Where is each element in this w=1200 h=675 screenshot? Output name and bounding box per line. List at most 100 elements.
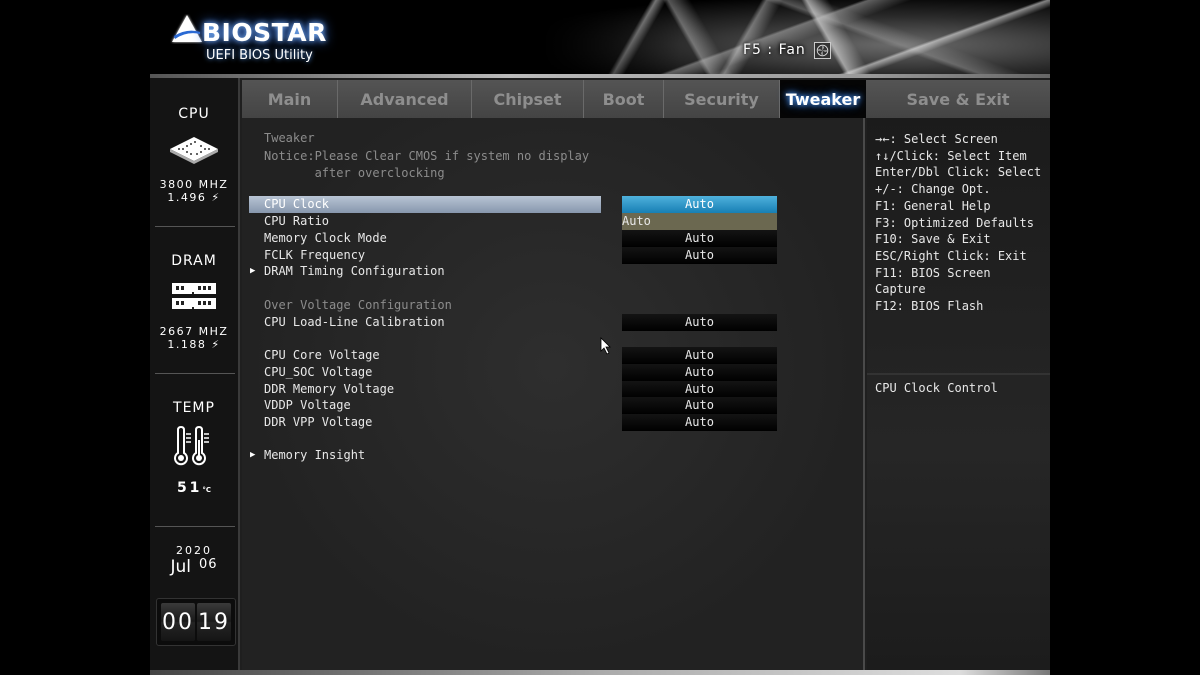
setting-label: Memory Insight [264,448,366,462]
tab-boot[interactable]: Boot [584,80,664,118]
footer-bar [150,670,1050,675]
setting-value-memory-clock-mode[interactable]: Auto [622,230,777,247]
help-line: F11: BIOS Screen [875,265,991,280]
setting-value-ddr-memory-voltage[interactable]: Auto [622,381,777,398]
item-description: CPU Clock Control [875,381,998,395]
setting-ddr-memory-voltage[interactable]: DDR Memory Voltage [249,381,601,398]
setting-vddp-voltage[interactable]: VDDP Voltage [249,397,601,414]
header-divider [150,74,1050,78]
setting-label: CPU Clock [264,197,330,211]
help-line: ↑↓/Click: Select Item [875,148,1027,163]
thermometer-icon [174,425,209,466]
sidebar-divider [155,226,235,227]
clock-minute: 19 [197,603,231,641]
sidebar-divider [155,373,235,374]
fan-shortcut-label: F5 : Fan [743,42,806,58]
cpu-frequency: 3800 MHZ [159,178,229,191]
cpu-chip-icon [170,137,218,164]
dram-title: DRAM [171,253,217,269]
temp-value: 51 [176,480,203,496]
group-over-voltage: Over Voltage Configuration [249,297,601,314]
setting-value-cpu-soc-voltage[interactable]: Auto [622,364,777,381]
dram-module-icon [172,283,216,309]
submenu-dram-timing[interactable]: ▶ DRAM Timing Configuration [249,263,601,280]
setting-value-vddp-voltage[interactable]: Auto [622,397,777,414]
help-line: +/-: Change Opt. [875,182,991,197]
setting-value-fclk-frequency[interactable]: Auto [622,247,777,264]
submenu-arrow-icon: ▶ [250,266,256,276]
tab-advanced[interactable]: Advanced [338,80,472,118]
help-line: F1: General Help [875,198,991,213]
sidebar-divider [155,526,235,527]
setting-value-cpu-llc[interactable]: Auto [622,314,777,331]
setting-label: DRAM Timing Configuration [264,264,445,278]
help-panel: →←: Select Screen ↑↓/Click: Select Item … [867,118,1050,670]
help-line: F3: Optimized Defaults [875,215,1034,230]
brand-name: BIOSTAR [202,18,327,47]
help-line: Capture [875,282,926,297]
setting-value-cpu-clock[interactable]: Auto [622,196,777,213]
date-month: Jul [170,557,191,577]
header: BIOSTAR UEFI BIOS Utility F5 : Fan [150,0,1050,75]
setting-label: FCLK Frequency [264,248,366,262]
dram-status: DRAM 2667 MHZ 1.188 ⚡ [150,253,238,351]
setting-label: CPU Core Voltage [264,348,380,362]
tab-save-exit[interactable]: Save & Exit [866,80,1050,118]
fan-icon[interactable] [813,41,831,59]
help-line: Enter/Dbl Click: Select [875,165,1042,180]
dram-voltage: 1.188 ⚡ [167,338,221,351]
setting-value-cpu-ratio[interactable]: Auto [622,213,777,230]
setting-cpu-core-voltage[interactable]: CPU Core Voltage [249,347,601,364]
section-title: Tweaker [264,131,315,145]
tab-chipset[interactable]: Chipset [472,80,584,118]
setting-cpu-clock[interactable]: CPU Clock [249,196,601,213]
setting-label: CPU_SOC Voltage [264,365,373,379]
cpu-voltage: 1.496 ⚡ [167,191,221,204]
help-line: F10: Save & Exit [875,232,991,247]
status-sidebar: CPU 3800 MHZ 1.496 ⚡ DRAM 2667 MHZ 1.188… [150,78,240,670]
temp-title: TEMP [173,400,215,416]
notice-text: Notice:Please Clear CMOS if system no di… [264,149,590,180]
setting-cpu-ratio[interactable]: CPU Ratio [249,213,601,230]
settings-panel: Tweaker Notice:Please Clear CMOS if syst… [242,118,865,670]
setting-memory-clock-mode[interactable]: Memory Clock Mode [249,230,601,247]
setting-value-cpu-core-voltage[interactable]: Auto [622,347,777,364]
date-display: 2020 Jul 06 [150,544,238,577]
setting-label: CPU Load-Line Calibration [264,315,445,329]
brand-subtitle: UEFI BIOS Utility [206,48,313,63]
help-divider [867,373,1050,375]
date-day: 06 [198,557,218,572]
clock-hour: 00 [161,603,195,641]
setting-fclk-frequency[interactable]: FCLK Frequency [249,247,601,264]
setting-ddr-vpp-voltage[interactable]: DDR VPP Voltage [249,414,601,431]
key-help-list: →←: Select Screen ↑↓/Click: Select Item … [875,131,1041,315]
setting-label: DDR VPP Voltage [264,415,373,429]
tab-security[interactable]: Security [664,80,780,118]
cpu-status: CPU 3800 MHZ 1.496 ⚡ [150,106,238,204]
tab-tweaker[interactable]: Tweaker [780,80,866,118]
bios-screen: BIOSTAR UEFI BIOS Utility F5 : Fan CPU 3… [150,0,1050,675]
mouse-cursor-icon [600,337,611,355]
setting-label: Memory Clock Mode [264,231,387,245]
dram-frequency: 2667 MHZ [159,325,229,338]
submenu-memory-insight[interactable]: ▶ Memory Insight [249,447,601,464]
biostar-triangle-icon [172,15,202,42]
flip-clock: 00 19 [156,598,236,646]
setting-label: VDDP Voltage [264,398,351,412]
header-artwork [540,0,1050,75]
help-line: →←: Select Screen [875,132,998,146]
setting-value-ddr-vpp-voltage[interactable]: Auto [622,414,777,431]
fan-shortcut[interactable]: F5 : Fan [743,40,831,60]
help-line: F12: BIOS Flash [875,299,984,314]
temp-status: TEMP 51°C [150,400,238,496]
group-label: Over Voltage Configuration [264,298,452,312]
setting-cpu-llc[interactable]: CPU Load-Line Calibration [249,314,601,331]
setting-label: DDR Memory Voltage [264,382,395,396]
tab-main[interactable]: Main [242,80,338,118]
setting-cpu-soc-voltage[interactable]: CPU_SOC Voltage [249,364,601,381]
setting-label: CPU Ratio [264,214,330,228]
biostar-logo: BIOSTAR UEFI BIOS Utility [170,14,330,64]
submenu-arrow-icon: ▶ [250,450,256,460]
help-line: ESC/Right Click: Exit [875,248,1027,263]
date-year: 2020 [176,544,212,557]
